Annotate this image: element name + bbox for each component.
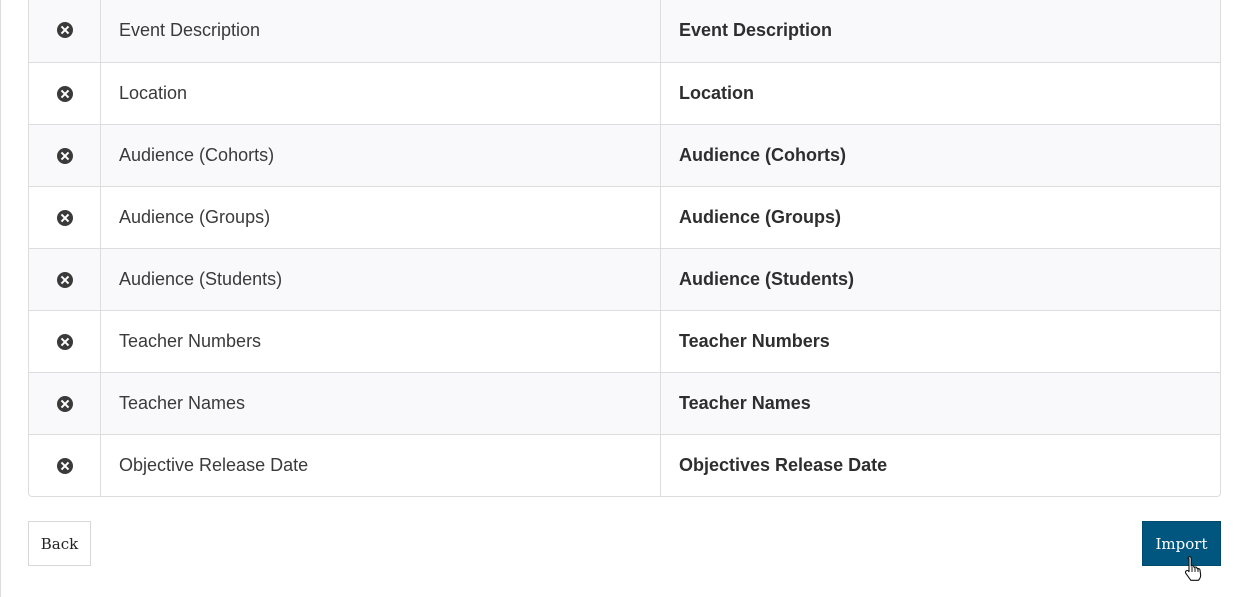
target-field-name: Audience (Groups) xyxy=(679,207,842,227)
target-field-name: Audience (Cohorts) xyxy=(679,145,847,165)
table-row: Audience (Groups) Audience (Groups) xyxy=(29,186,1220,248)
table-row: Event Description Event Description xyxy=(29,0,1220,62)
back-button[interactable]: Back xyxy=(28,521,91,566)
remove-circle-icon[interactable] xyxy=(56,86,73,102)
source-column-name: Audience (Groups) xyxy=(101,187,661,248)
target-field-name: Location xyxy=(679,83,754,103)
table-row: Audience (Students) Audience (Students) xyxy=(29,248,1220,310)
target-field-name: Teacher Names xyxy=(679,393,811,413)
target-field-name: Event Description xyxy=(679,20,833,40)
table-row: Teacher Numbers Teacher Numbers xyxy=(29,310,1220,372)
import-mapping-page: Event Description Event Description Loca… xyxy=(0,0,1243,597)
table-row: Objective Release Date Objectives Releas… xyxy=(29,434,1220,496)
target-field-name: Teacher Numbers xyxy=(679,331,830,351)
source-column-name: Location xyxy=(101,63,661,124)
source-column-name: Audience (Students) xyxy=(101,249,661,310)
remove-circle-icon[interactable] xyxy=(56,334,73,350)
target-field-name: Objectives Release Date xyxy=(679,455,888,475)
remove-circle-icon[interactable] xyxy=(56,272,73,288)
remove-circle-icon[interactable] xyxy=(56,458,73,474)
remove-circle-icon[interactable] xyxy=(56,148,73,164)
table-row: Teacher Names Teacher Names xyxy=(29,372,1220,434)
import-button[interactable]: Import xyxy=(1142,521,1221,566)
table-row: Location Location xyxy=(29,62,1220,124)
source-column-name: Teacher Names xyxy=(101,373,661,434)
source-column-name: Objective Release Date xyxy=(101,435,661,496)
source-column-name: Audience (Cohorts) xyxy=(101,125,661,186)
remove-circle-icon[interactable] xyxy=(56,22,73,38)
column-mapping-table: Event Description Event Description Loca… xyxy=(28,0,1221,497)
table-row: Audience (Cohorts) Audience (Cohorts) xyxy=(29,124,1220,186)
source-column-name: Teacher Numbers xyxy=(101,311,661,372)
remove-circle-icon[interactable] xyxy=(56,396,73,412)
source-column-name: Event Description xyxy=(101,0,661,62)
remove-circle-icon[interactable] xyxy=(56,210,73,226)
target-field-name: Audience (Students) xyxy=(679,269,855,289)
